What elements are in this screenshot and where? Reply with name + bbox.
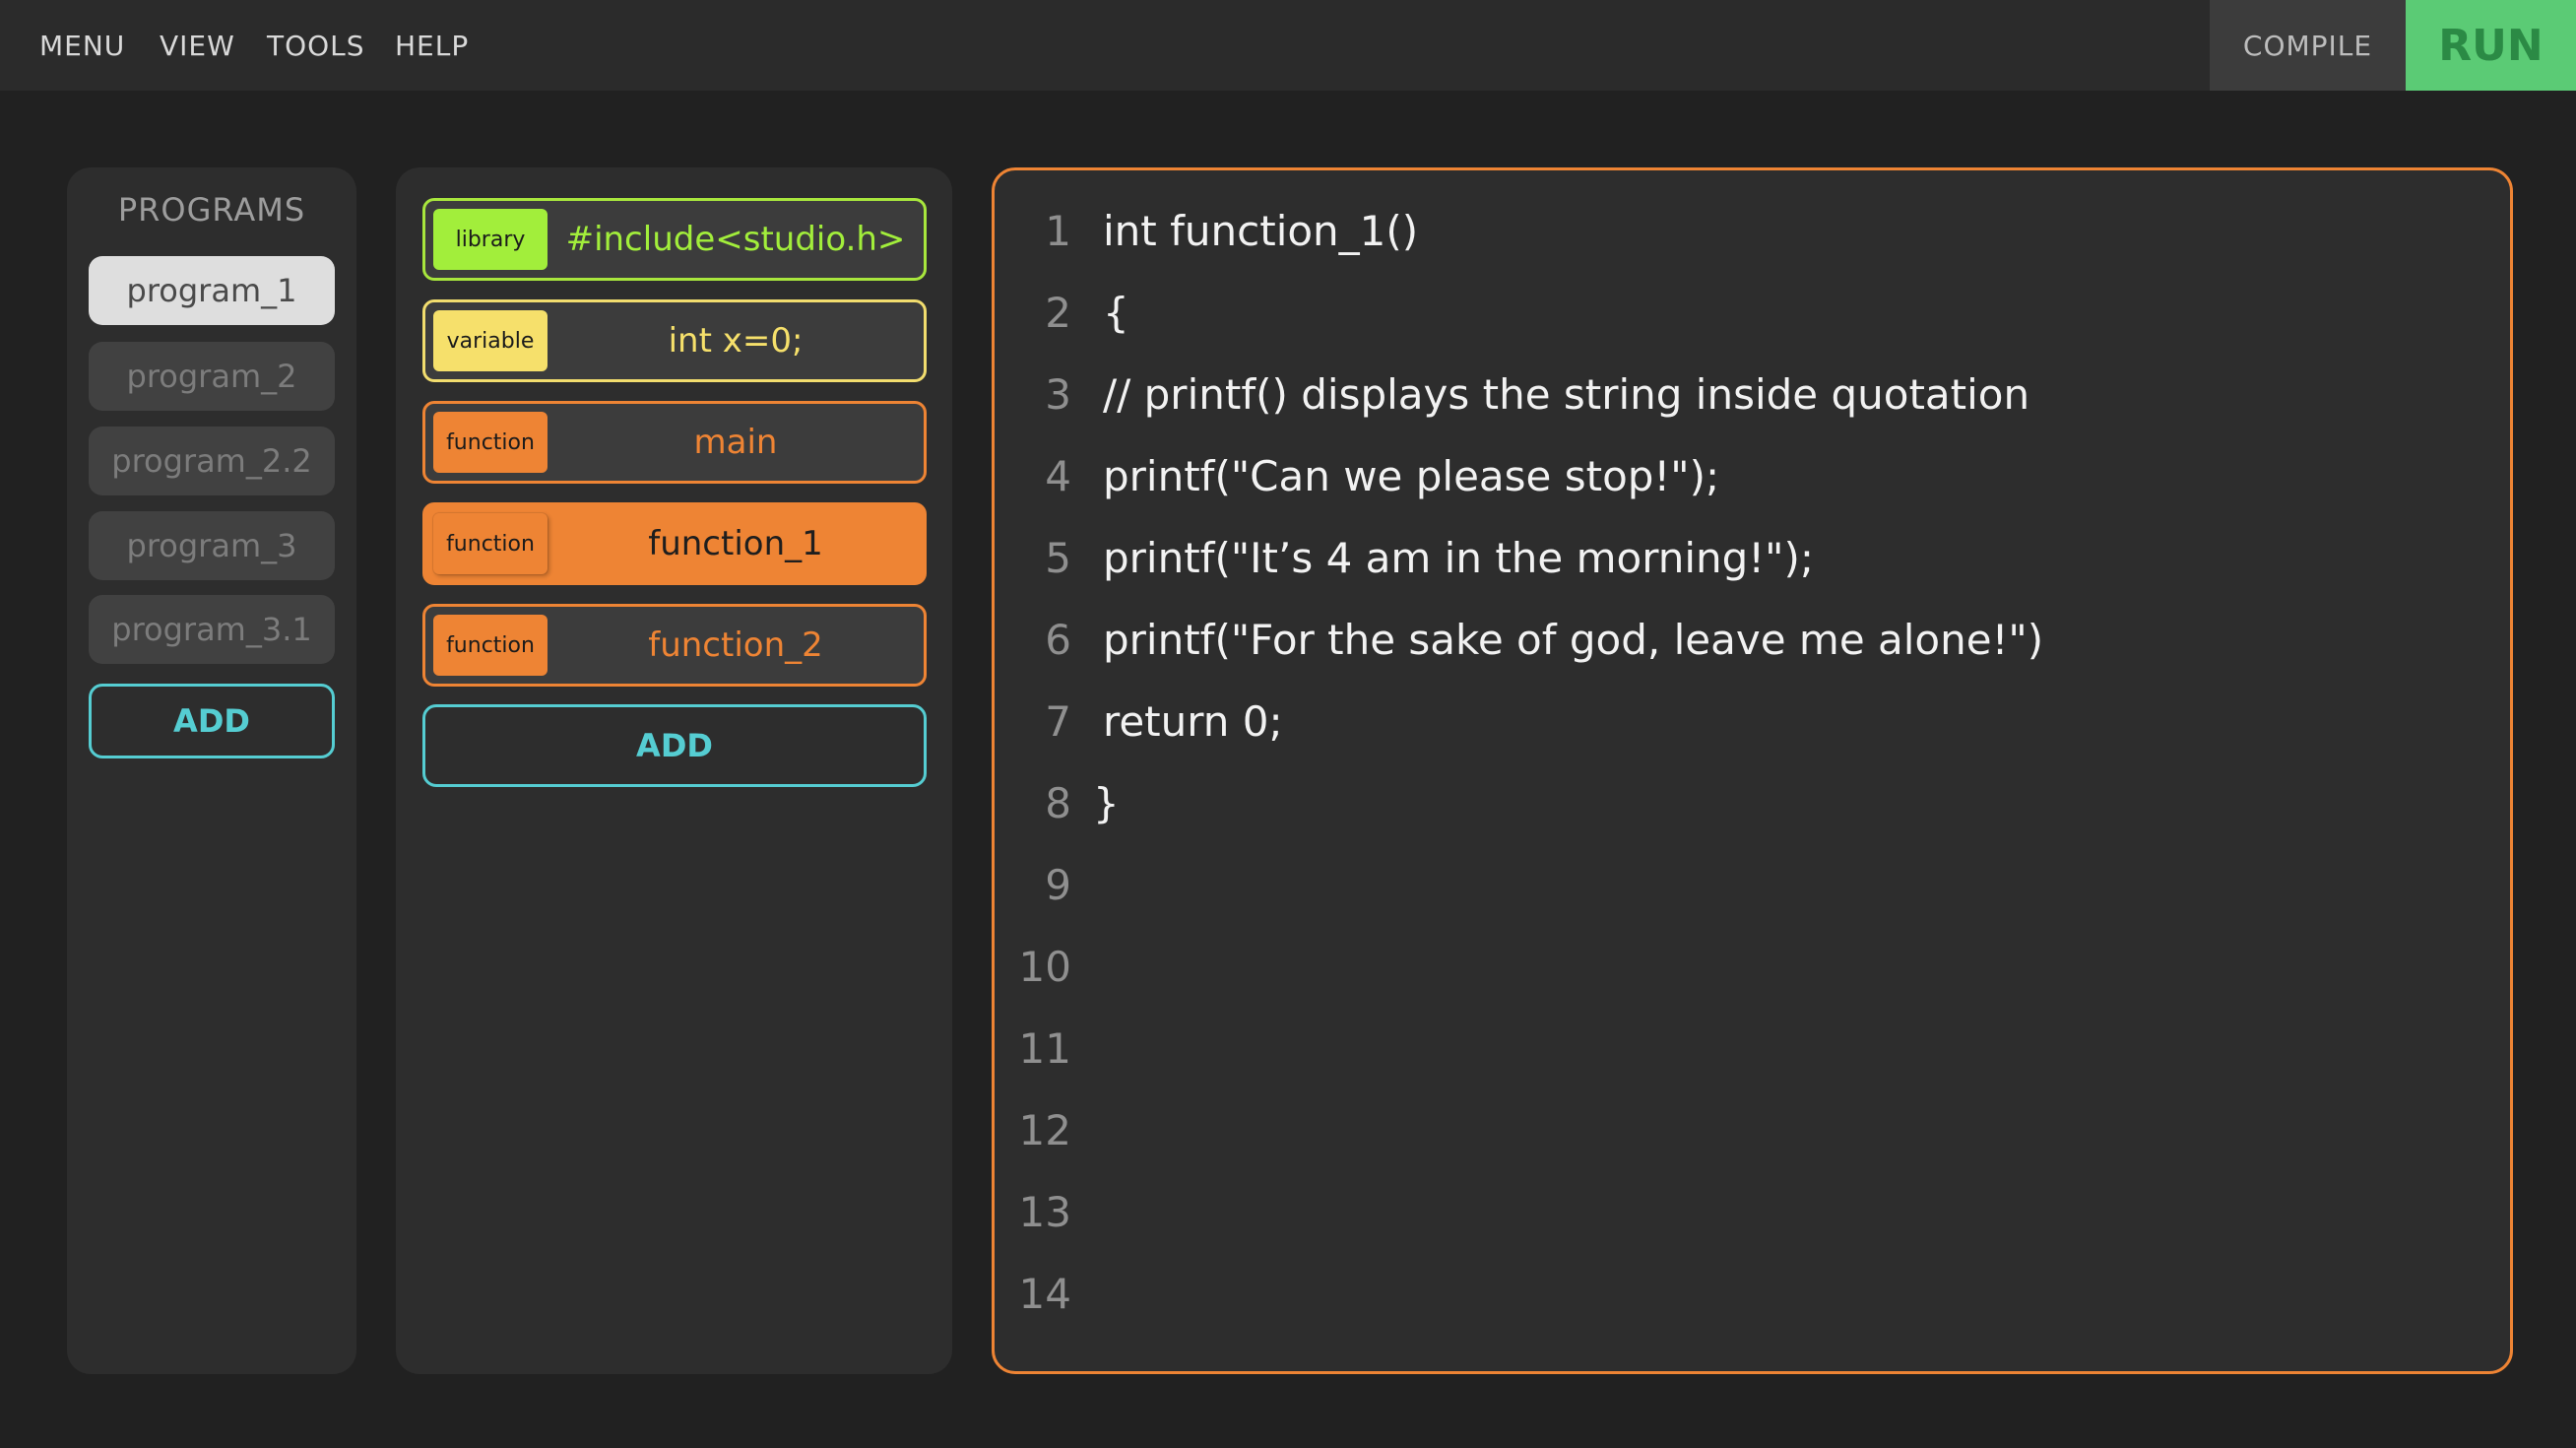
line-number: 9 [1045, 861, 1071, 909]
code-blocks-panel: library #include<studio.h> variable int … [396, 167, 952, 1374]
code-line[interactable]: 5 printf("It’s 4 am in the morning!"); [995, 529, 2501, 588]
code-line[interactable]: 10 [995, 938, 2501, 997]
line-code[interactable]: printf("It’s 4 am in the morning!"); [1103, 529, 1814, 588]
line-code[interactable]: return 0; [1103, 692, 1283, 752]
code-line[interactable]: 7 return 0; [995, 692, 2501, 752]
block-label: int x=0; [668, 321, 804, 361]
block-tag-function: function [433, 615, 547, 676]
program-item-program-3-1[interactable]: program_3.1 [89, 595, 335, 664]
top-menu-bar: MENU VIEW TOOLS HELP COMPILE RUN [0, 0, 2576, 91]
line-number: 14 [1018, 1270, 1071, 1318]
block-function-main[interactable]: function main [422, 401, 927, 484]
code-line[interactable]: 9 [995, 856, 2501, 915]
line-number: 12 [1018, 1106, 1071, 1154]
line-number: 5 [1045, 534, 1071, 582]
block-tag-variable: variable [433, 310, 547, 371]
block-label: #include<studio.h> [565, 220, 906, 259]
code-line[interactable]: 6 printf("For the sake of god, leave me … [995, 611, 2501, 670]
line-number: 6 [1045, 616, 1071, 664]
code-line[interactable]: 1 int function_1() [995, 202, 2501, 261]
menu-item-view[interactable]: VIEW [160, 30, 235, 62]
block-variable-x[interactable]: variable int x=0; [422, 299, 927, 382]
line-number: 3 [1045, 370, 1071, 419]
block-label: main [693, 423, 778, 462]
line-number: 10 [1018, 943, 1071, 991]
menu-item-help[interactable]: HELP [395, 30, 469, 62]
line-code[interactable]: // printf() displays the string inside q… [1103, 365, 2029, 425]
block-function-function-1[interactable]: function function_1 [422, 502, 927, 585]
block-tag-function: function [433, 513, 547, 574]
line-number: 8 [1045, 779, 1071, 827]
block-label: function_2 [648, 625, 823, 665]
compile-button[interactable]: COMPILE [2210, 0, 2406, 91]
programs-panel: PROGRAMS program_1 program_2 program_2.2… [67, 167, 356, 1374]
add-program-button[interactable]: ADD [89, 684, 335, 758]
block-function-function-2[interactable]: function function_2 [422, 604, 927, 687]
line-number: 4 [1045, 452, 1071, 500]
code-line[interactable]: 4 printf("Can we please stop!"); [995, 447, 2501, 506]
code-line[interactable]: 12 [995, 1101, 2501, 1160]
run-button[interactable]: RUN [2406, 0, 2576, 91]
line-code[interactable]: } [1093, 774, 1120, 833]
line-code[interactable]: { [1103, 284, 1129, 343]
add-block-button[interactable]: ADD [422, 704, 927, 787]
program-item-program-1[interactable]: program_1 [89, 256, 335, 325]
program-item-program-2-2[interactable]: program_2.2 [89, 427, 335, 495]
code-line[interactable]: 11 [995, 1020, 2501, 1079]
menu-item-menu[interactable]: MENU [39, 30, 125, 62]
block-label: function_1 [648, 524, 823, 563]
line-number: 11 [1018, 1024, 1071, 1073]
block-library-include[interactable]: library #include<studio.h> [422, 198, 927, 281]
code-line[interactable]: 13 [995, 1183, 2501, 1242]
line-number: 2 [1045, 289, 1071, 337]
line-code[interactable]: printf("For the sake of god, leave me al… [1103, 611, 2043, 670]
code-line[interactable]: 8 } [995, 774, 2501, 833]
program-item-program-2[interactable]: program_2 [89, 342, 335, 411]
code-line[interactable]: 2 { [995, 284, 2501, 343]
line-code[interactable]: int function_1() [1103, 202, 1418, 261]
program-item-program-3[interactable]: program_3 [89, 511, 335, 580]
line-number: 13 [1018, 1188, 1071, 1236]
menu-item-tools[interactable]: TOOLS [267, 30, 365, 62]
block-tag-library: library [433, 209, 547, 270]
code-line[interactable]: 3 // printf() displays the string inside… [995, 365, 2501, 425]
line-number: 1 [1045, 207, 1071, 255]
block-tag-function: function [433, 412, 547, 473]
line-number: 7 [1045, 697, 1071, 746]
code-line[interactable]: 14 [995, 1265, 2501, 1324]
code-editor[interactable]: 1 int function_1() 2 { 3 // printf() dis… [992, 167, 2513, 1374]
line-code[interactable]: printf("Can we please stop!"); [1103, 447, 1719, 506]
programs-title: PROGRAMS [117, 191, 306, 229]
